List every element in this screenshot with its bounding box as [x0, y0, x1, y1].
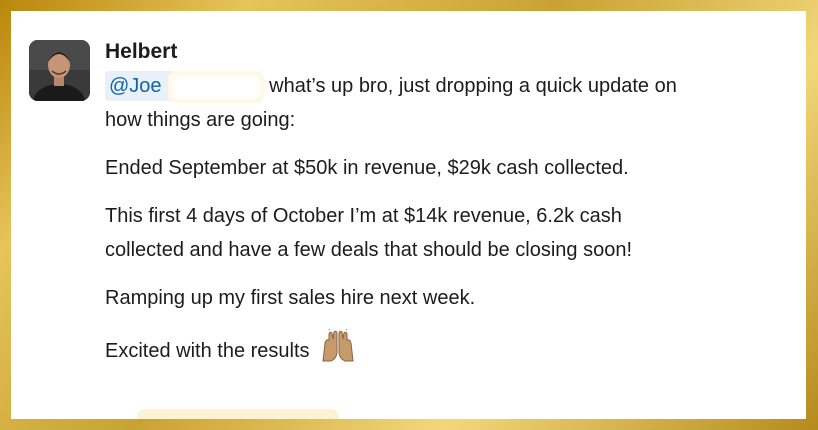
- paragraph-2-line-2: collected and have a few deals that shou…: [105, 239, 633, 261]
- message-paragraph-2: This first 4 days of October I’m at $14k…: [105, 199, 795, 267]
- raising-hands-icon: [319, 327, 357, 374]
- paragraph-2-line-1: This first 4 days of October I’m at $14k…: [105, 205, 622, 227]
- avatar[interactable]: [29, 40, 90, 101]
- message-line-1: @Joe l what’s up bro, just dropping a qu…: [105, 69, 795, 103]
- message-body: Helbert @Joe l what’s up bro, just dropp…: [105, 39, 795, 374]
- redaction-box: [167, 70, 264, 103]
- message-text-4: Excited with the results: [105, 339, 310, 362]
- message-paragraph-4: Excited with the results: [105, 327, 795, 374]
- reaction-strip[interactable]: [137, 409, 339, 419]
- message-paragraph-1: Ended September at $50k in revenue, $29k…: [105, 157, 629, 179]
- message-card: Helbert @Joe l what’s up bro, just dropp…: [11, 11, 806, 419]
- message-text-1: what’s up bro, just dropping a quick upd…: [269, 75, 677, 97]
- avatar-image: [29, 40, 90, 101]
- user-mention[interactable]: @Joe l: [105, 71, 176, 101]
- message-line-2: how things are going:: [105, 109, 296, 131]
- sender-name[interactable]: Helbert: [105, 39, 795, 65]
- message-paragraph-3: Ramping up my first sales hire next week…: [105, 287, 476, 309]
